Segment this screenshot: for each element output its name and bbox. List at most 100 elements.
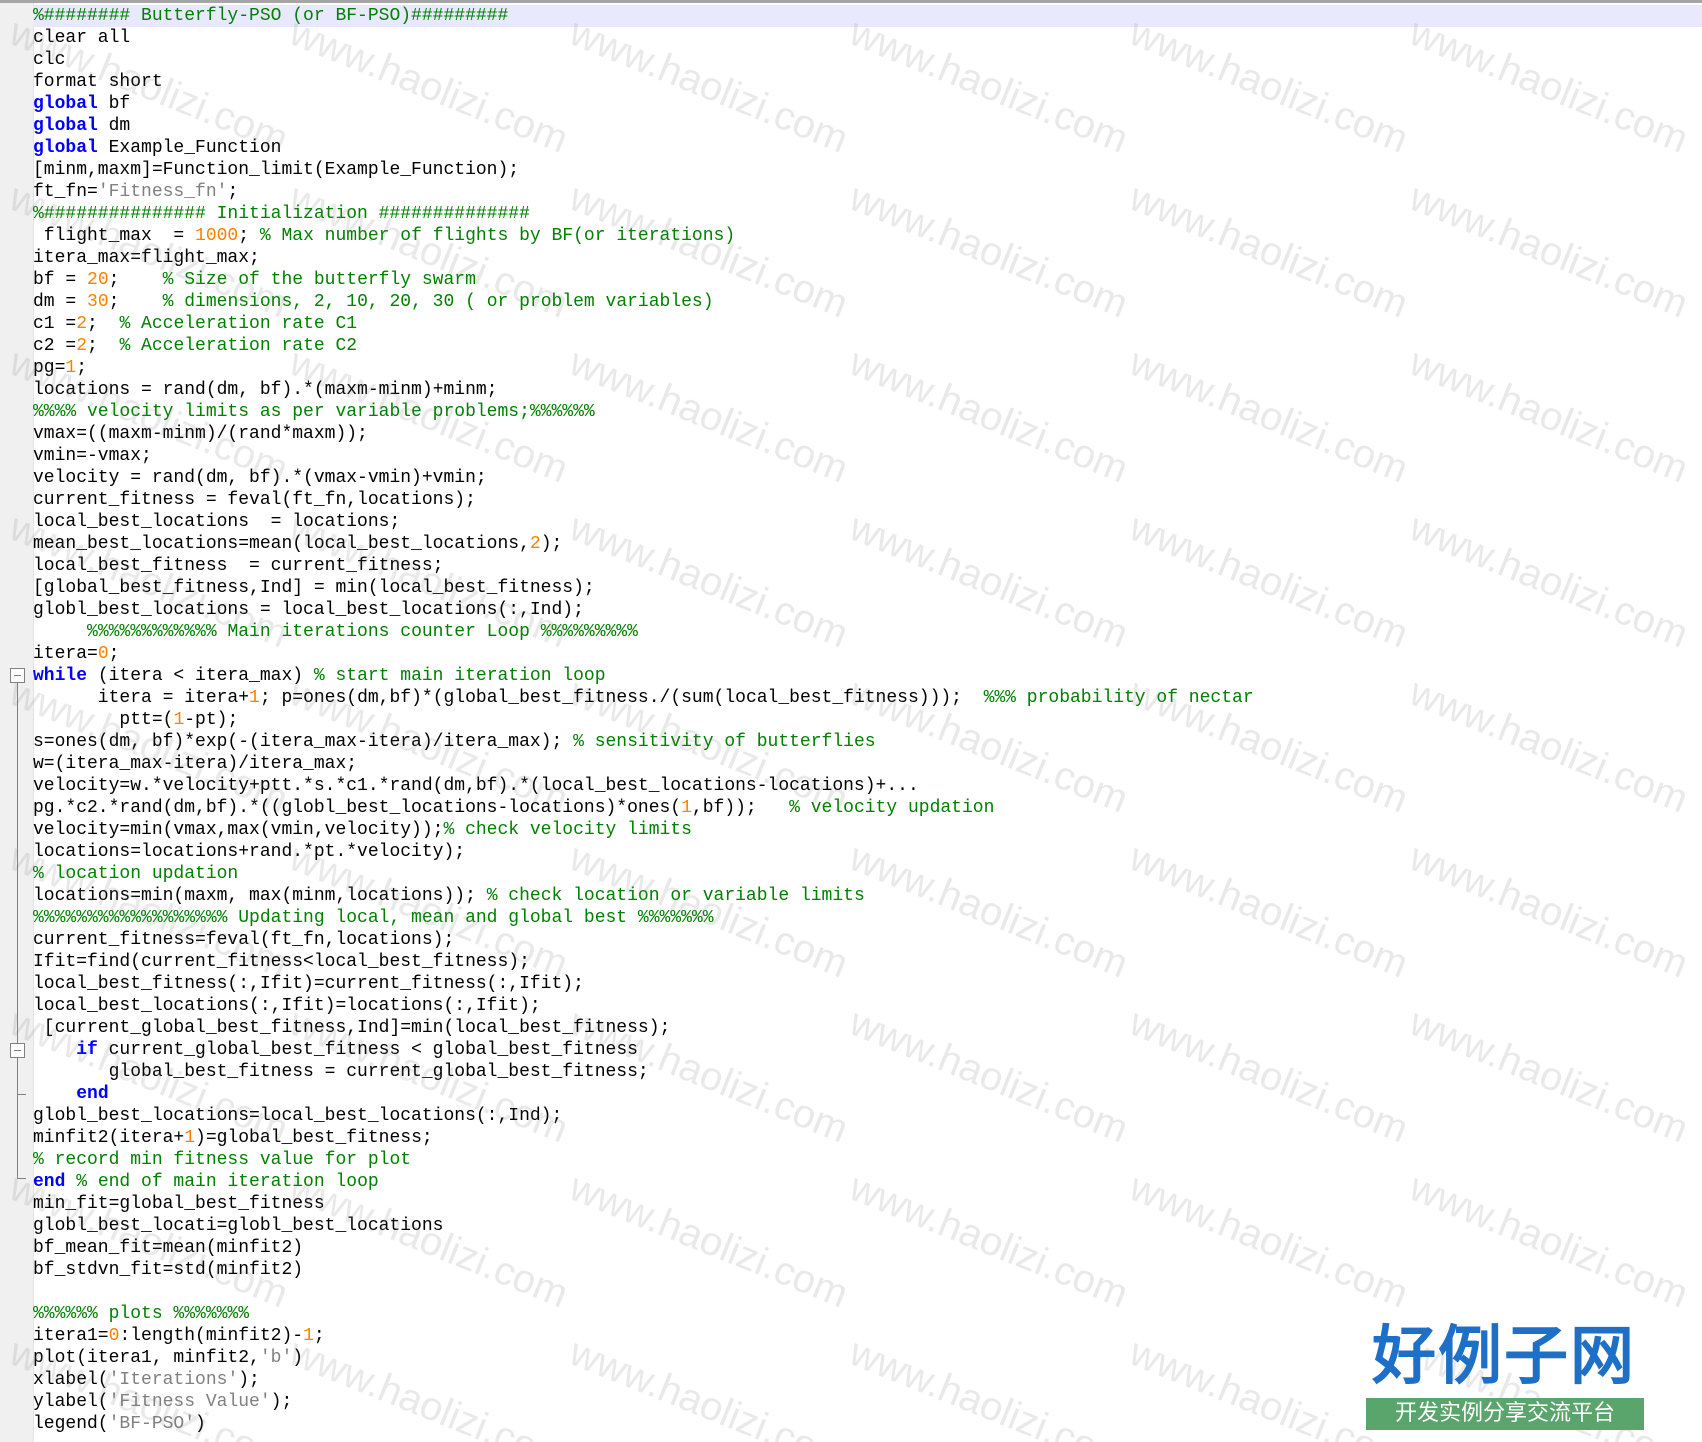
code-token-plain: local_best_locations(:,Ifit)=locations(:… [33,996,541,1016]
code-line[interactable]: global Example_Function [33,137,1702,159]
code-token-plain: mean_best_locations=mean(local_best_loca… [33,534,530,554]
code-line[interactable] [33,1281,1702,1303]
code-line[interactable]: s=ones(dm, bf)*exp(-(itera_max-itera)/it… [33,731,1702,753]
code-token-plain: ft_fn= [33,182,98,202]
code-token-string: 'Fitness Value' [108,1392,271,1412]
code-token-plain: vmin=-vmax; [33,446,152,466]
code-line[interactable]: velocity = rand(dm, bf).*(vmax-vmin)+vmi… [33,467,1702,489]
code-line[interactable]: xlabel('Iterations'); [33,1369,1702,1391]
code-line[interactable]: %######## Butterfly-PSO (or BF-PSO)#####… [33,5,1702,27]
code-token-plain: ; [87,336,120,356]
code-line[interactable]: current_fitness = feval(ft_fn,locations)… [33,489,1702,511]
code-line[interactable]: %%%%%%%%%%%% Main iterations counter Loo… [33,621,1702,643]
code-token-plain: global_best_fitness = current_global_bes… [33,1062,649,1082]
code-line[interactable]: format short [33,71,1702,93]
code-token-plain: globl_best_locations=local_best_location… [33,1106,563,1126]
fold-guide-end [17,1178,26,1179]
code-token-plain: bf_stdvn_fit=std(minfit2) [33,1260,304,1280]
code-lines[interactable]: %######## Butterfly-PSO (or BF-PSO)#####… [33,5,1702,1435]
code-token-plain: clear all [33,28,131,48]
code-line[interactable]: globl_best_locations=local_best_location… [33,1105,1702,1127]
code-line[interactable]: clc [33,49,1702,71]
code-line[interactable]: local_best_fitness(:,Ifit)=current_fitne… [33,973,1702,995]
code-token-number: 1 [65,358,77,378]
code-line[interactable]: itera_max=flight_max; [33,247,1702,269]
code-line[interactable]: legend('BF-PSO') [33,1413,1702,1435]
code-line[interactable]: %############### Initialization ########… [33,203,1702,225]
code-line[interactable]: global_best_fitness = current_global_bes… [33,1061,1702,1083]
code-token-comment: % check location or variable limits [486,886,865,906]
code-line[interactable]: ft_fn='Fitness_fn'; [33,181,1702,203]
code-line[interactable]: minfit2(itera+1)=global_best_fitness; [33,1127,1702,1149]
code-token-plain: velocity=min(vmax,max(vmin,velocity)); [33,820,444,840]
code-line[interactable]: if current_global_best_fitness < global_… [33,1039,1702,1061]
code-token-plain: locations = rand(dm, bf).*(maxm-minm)+mi… [33,380,498,400]
code-line[interactable]: global dm [33,115,1702,137]
code-line[interactable]: vmax=((maxm-minm)/(rand*maxm)); [33,423,1702,445]
code-token-plain: [current_global_best_fitness,Ind]=min(lo… [33,1018,671,1038]
code-line[interactable]: ylabel('Fitness Value'); [33,1391,1702,1413]
code-token-plain: velocity = rand(dm, bf).*(vmax-vmin)+vmi… [33,468,487,488]
code-line[interactable]: %%%% velocity limits as per variable pro… [33,401,1702,423]
code-token-plain: ; [76,358,88,378]
code-line[interactable]: end [33,1083,1702,1105]
code-token-plain: itera= [33,644,98,664]
code-token-comment: % Size of the butterfly swarm [162,270,476,290]
code-line[interactable]: itera1=0:length(minfit2)-1; [33,1325,1702,1347]
code-line[interactable]: % location updation [33,863,1702,885]
code-line[interactable]: mean_best_locations=mean(local_best_loca… [33,533,1702,555]
code-token-plain: format short [33,72,163,92]
code-line[interactable]: velocity=min(vmax,max(vmin,velocity));% … [33,819,1702,841]
code-line[interactable]: locations=min(maxm, max(minm,locations))… [33,885,1702,907]
code-line[interactable]: global bf [33,93,1702,115]
code-line[interactable]: Ifit=find(current_fitness<local_best_fit… [33,951,1702,973]
code-token-plain: current_fitness = feval(ft_fn,locations)… [33,490,476,510]
code-line[interactable]: local_best_locations(:,Ifit)=locations(:… [33,995,1702,1017]
code-line[interactable]: itera=0; [33,643,1702,665]
code-line[interactable]: velocity=w.*velocity+ptt.*s.*c1.*rand(dm… [33,775,1702,797]
code-editor[interactable]: %######## Butterfly-PSO (or BF-PSO)#####… [0,0,1702,1442]
code-line[interactable]: local_best_fitness = current_fitness; [33,555,1702,577]
code-line[interactable]: c1 =2; % Acceleration rate C1 [33,313,1702,335]
code-line[interactable]: % record min fitness value for plot [33,1149,1702,1171]
code-line[interactable]: [minm,maxm]=Function_limit(Example_Funct… [33,159,1702,181]
code-line[interactable]: globl_best_locations = local_best_locati… [33,599,1702,621]
fold-collapse-icon[interactable] [10,1043,25,1058]
code-line[interactable]: bf_stdvn_fit=std(minfit2) [33,1259,1702,1281]
fold-collapse-icon[interactable] [10,668,25,683]
code-token-plain: ylabel( [33,1392,109,1412]
code-line[interactable]: current_fitness=feval(ft_fn,locations); [33,929,1702,951]
code-token-plain: local_best_fitness(:,Ifit)=current_fitne… [33,974,584,994]
code-line[interactable]: [current_global_best_fitness,Ind]=min(lo… [33,1017,1702,1039]
code-token-plain: ptt=( [33,710,174,730]
code-line[interactable]: pg=1; [33,357,1702,379]
code-line[interactable]: bf = 20; % Size of the butterfly swarm [33,269,1702,291]
code-line[interactable]: dm = 30; % dimensions, 2, 10, 20, 30 ( o… [33,291,1702,313]
code-line[interactable]: ptt=(1-pt); [33,709,1702,731]
code-line[interactable]: plot(itera1, minfit2,'b') [33,1347,1702,1369]
code-line[interactable]: [global_best_fitness,Ind] = min(local_be… [33,577,1702,599]
code-line[interactable]: c2 =2; % Acceleration rate C2 [33,335,1702,357]
code-line[interactable]: while (itera < itera_max) % start main i… [33,665,1702,687]
code-line[interactable]: bf_mean_fit=mean(minfit2) [33,1237,1702,1259]
code-line[interactable]: flight_max = 1000; % Max number of fligh… [33,225,1702,247]
code-line[interactable]: itera = itera+1; p=ones(dm,bf)*(global_b… [33,687,1702,709]
code-line[interactable]: %%%%%% plots %%%%%%% [33,1303,1702,1325]
code-line[interactable]: clear all [33,27,1702,49]
code-token-plain: dm [97,116,131,136]
code-line[interactable]: vmin=-vmax; [33,445,1702,467]
code-line[interactable]: pg.*c2.*rand(dm,bf).*((globl_best_locati… [33,797,1702,819]
code-token-plain: vmax=((maxm-minm)/(rand*maxm)); [33,424,368,444]
code-token-comment: % check velocity limits [443,820,692,840]
code-line[interactable]: min_fit=global_best_fitness [33,1193,1702,1215]
code-line[interactable]: globl_best_locati=globl_best_locations [33,1215,1702,1237]
code-line[interactable]: local_best_locations = locations; [33,511,1702,533]
code-token-plain: ; p=ones(dm,bf)*(global_best_fitness./(s… [259,688,984,708]
code-line[interactable]: end % end of main iteration loop [33,1171,1702,1193]
code-token-string: 'b' [259,1348,293,1368]
code-line[interactable]: %%%%%%%%%%%%%%%%%% Updating local, mean … [33,907,1702,929]
code-line[interactable]: w=(itera_max-itera)/itera_max; [33,753,1702,775]
code-line[interactable]: locations = rand(dm, bf).*(maxm-minm)+mi… [33,379,1702,401]
code-token-plain: bf [97,94,131,114]
code-line[interactable]: locations=locations+rand.*pt.*velocity); [33,841,1702,863]
